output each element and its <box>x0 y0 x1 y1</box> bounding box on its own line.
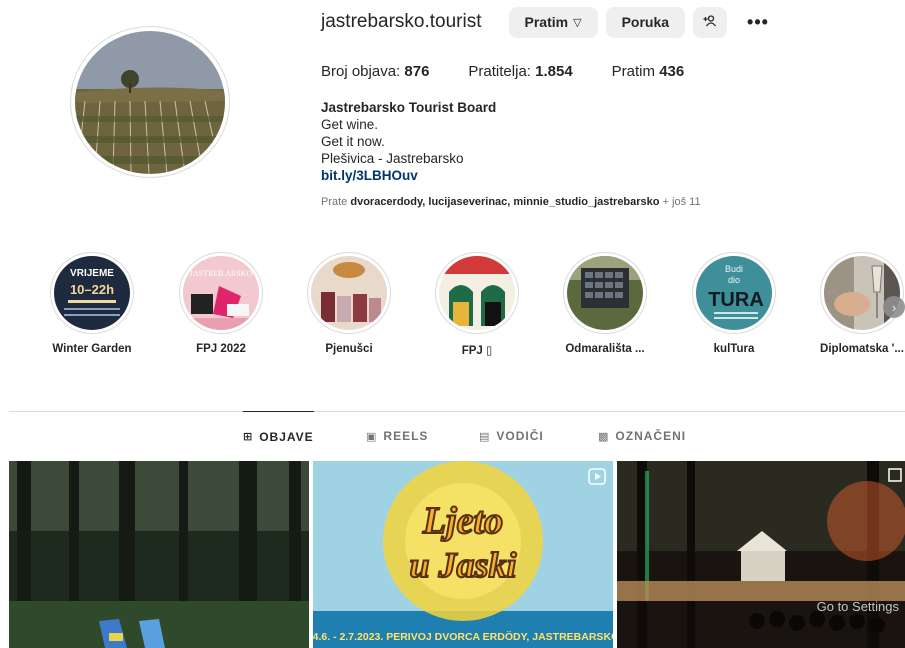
highlight-item[interactable]: FPJ ▯ <box>422 252 532 357</box>
message-button-label: Poruka <box>621 14 670 30</box>
highlight-item[interactable]: VRIJEME 10–22h Winter Garden <box>37 252 147 355</box>
tab-guides[interactable]: ▤ VODIČI <box>479 411 544 461</box>
highlight-thumbnail <box>311 256 387 330</box>
highlight-item[interactable]: Pjenušci <box>294 252 404 355</box>
bio-name: Jastrebarsko Tourist Board <box>321 100 497 115</box>
post-title-line: u Jaski <box>409 545 516 585</box>
tab-posts-label: OBJAVE <box>259 429 314 444</box>
highlight-thumb-text: 10–22h <box>70 282 114 297</box>
highlight-item[interactable]: Odmarališta ... <box>550 252 660 355</box>
highlight-thumb-text: JASTREB ARSKO <box>190 269 253 278</box>
highlight-label: FPJ ▯ <box>461 345 493 357</box>
post-tile[interactable]: Go to Settings <box>617 461 905 648</box>
story-highlights: VRIJEME 10–22h Winter Garden JASTREB ARSK… <box>0 252 905 362</box>
highlight-ring: JASTREB ARSKO <box>179 252 263 334</box>
tab-reels[interactable]: ▣ REELS <box>366 411 428 461</box>
highlight-item[interactable]: JASTREB ARSKO FPJ 2022 <box>166 252 276 355</box>
stat-following-label: Pratim <box>611 63 656 80</box>
posts-grid: Ljeto u Jaski 24.6. - 2.7.2023. PERIVOJ … <box>9 461 905 648</box>
profile-avatar[interactable] <box>75 30 225 174</box>
tab-posts[interactable]: ⊞ OBJAVE <box>243 411 314 461</box>
profile-bio: Jastrebarsko Tourist Board Get wine. Get… <box>321 99 496 184</box>
highlight-label: FPJ 2022 <box>196 343 246 355</box>
profile-header: jastrebarsko.tourist Pratim ▽ Poruka ••• <box>321 6 769 38</box>
add-person-icon <box>703 14 717 30</box>
chevron-down-icon: ▽ <box>573 16 582 29</box>
profile-username: jastrebarsko.tourist <box>321 11 482 32</box>
highlight-ring <box>563 252 647 334</box>
highlight-thumb-text: TURA <box>708 289 764 311</box>
tagged-icon: ▩ <box>598 430 610 443</box>
profile-avatar-ring[interactable] <box>70 26 230 178</box>
stat-posts-label: Broj objava: <box>321 63 401 80</box>
bio-line: Plešivica - Jastrebarsko <box>321 151 464 166</box>
stat-posts: Broj objava: 876 <box>321 63 429 80</box>
stat-posts-value: 876 <box>404 63 430 80</box>
highlight-thumbnail: Budi dio TURA <box>696 256 772 330</box>
tab-guides-label: VODIČI <box>496 429 544 443</box>
bio-line: Get wine. <box>321 117 379 132</box>
highlight-label: Odmarališta ... <box>565 343 645 355</box>
following-button-label: Pratim <box>524 14 569 30</box>
highlight-label: Diplomatska '... <box>820 343 904 355</box>
post-title-line: Ljeto <box>422 500 503 542</box>
highlight-thumbnail <box>567 256 643 330</box>
profile-tabs: ⊞ OBJAVE ▣ REELS ▤ VODIČI ▩ OZNAČENI <box>0 411 905 461</box>
highlight-thumb-text: dio <box>728 275 740 285</box>
following-button[interactable]: Pratim ▽ <box>508 6 598 38</box>
stat-following[interactable]: Pratim 436 <box>612 63 685 80</box>
followed-by-names: dvoracerdody, lucijaseverinac, minnie_st… <box>350 196 660 208</box>
highlight-thumb-text: VRIJEME <box>70 268 114 279</box>
followed-by-prefix: Prate <box>321 196 348 208</box>
stat-followers-label: Pratitelja: <box>468 63 531 80</box>
highlights-next-arrow-icon[interactable]: › <box>883 296 905 318</box>
highlight-ring <box>820 252 904 334</box>
highlight-thumbnail <box>439 256 515 330</box>
guides-icon: ▤ <box>479 430 491 443</box>
profile-stats: Broj objava: 876 Pratitelja: 1.854 Prati… <box>321 63 723 80</box>
tab-reels-label: REELS <box>383 429 429 443</box>
followed-by[interactable]: Prate dvoracerdody, lucijaseverinac, min… <box>321 196 701 208</box>
reels-icon: ▣ <box>366 430 378 443</box>
post-caption: 24.6. - 2.7.2023. PERIVOJ DVORCA ERDÖDY,… <box>313 630 613 643</box>
stat-following-value: 436 <box>659 63 685 80</box>
tab-tagged[interactable]: ▩ OZNAČENI <box>598 411 686 461</box>
highlight-ring <box>435 252 519 334</box>
bio-link[interactable]: bit.ly/3LBHOuv <box>321 167 496 184</box>
highlight-label: Winter Garden <box>52 343 132 355</box>
stat-followers-value: 1.854 <box>535 63 573 80</box>
highlight-label: kulTura <box>713 343 755 355</box>
tab-tagged-label: OZNAČENI <box>615 429 687 443</box>
activation-watermark: Go to Settings <box>816 599 899 614</box>
followed-by-suffix: + još 11 <box>662 196 701 208</box>
bio-line: Get it now. <box>321 134 385 149</box>
more-options-icon[interactable]: ••• <box>747 12 769 33</box>
highlight-thumbnail: VRIJEME 10–22h <box>54 256 130 330</box>
highlight-thumbnail: JASTREB ARSKO <box>183 256 259 330</box>
post-tile[interactable] <box>9 461 309 648</box>
highlight-thumbnail <box>824 256 900 330</box>
post-tile[interactable]: Ljeto u Jaski 24.6. - 2.7.2023. PERIVOJ … <box>313 461 613 648</box>
highlight-label: Pjenušci <box>325 343 373 355</box>
highlight-thumb-text: Budi <box>725 264 743 274</box>
message-button[interactable]: Poruka <box>605 6 686 38</box>
add-person-button[interactable] <box>693 6 728 38</box>
highlight-ring: Budi dio TURA <box>692 252 776 334</box>
stat-followers[interactable]: Pratitelja: 1.854 <box>468 63 572 80</box>
highlight-item[interactable]: Budi dio TURA kulTura <box>679 252 789 355</box>
highlight-ring: VRIJEME 10–22h <box>50 252 134 334</box>
highlight-ring <box>307 252 391 334</box>
grid-icon: ⊞ <box>243 431 254 443</box>
